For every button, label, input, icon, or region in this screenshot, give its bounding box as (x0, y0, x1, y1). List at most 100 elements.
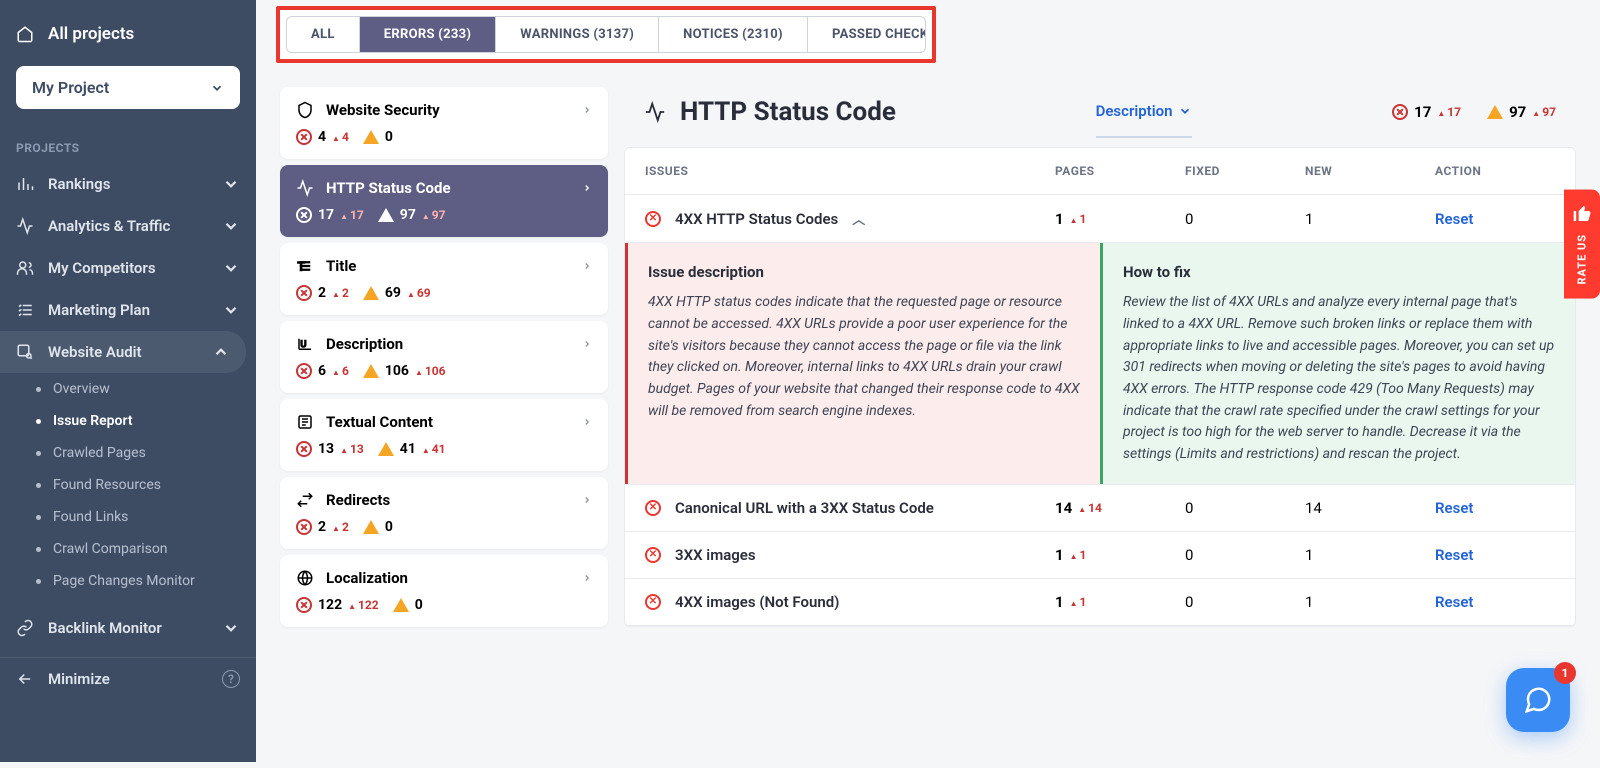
category-list: Website Security 44 0 HTTP Status Code 1… (280, 87, 608, 633)
tab-all[interactable]: ALL (287, 17, 360, 52)
issue-name: 4XX images (Not Found) (675, 593, 839, 611)
detail-title: HTTP Status Code (680, 97, 896, 127)
reset-link[interactable]: Reset (1435, 546, 1473, 564)
category-warnings: 0 (363, 519, 393, 535)
warning-icon (378, 208, 394, 222)
tab-warnings[interactable]: WARNINGS (3137) (496, 17, 659, 52)
category-icon (296, 179, 314, 197)
table-row[interactable]: ✕ 4XX images (Not Found) 11 0 1 Reset (625, 579, 1575, 626)
projects-section-label: PROJECTS (0, 125, 256, 163)
warning-icon (363, 130, 379, 144)
table-row[interactable]: ✕ 3XX images 11 0 1 Reset (625, 532, 1575, 579)
col-fixed: FIXED (1185, 164, 1305, 178)
reset-link[interactable]: Reset (1435, 210, 1473, 228)
minimize-button[interactable]: Minimize ? (0, 657, 256, 700)
error-icon (296, 597, 312, 613)
fixed-count: 0 (1185, 593, 1305, 611)
category-card[interactable]: U Description 66 106106 (280, 321, 608, 393)
category-card[interactable]: Textual Content 1313 4141 (280, 399, 608, 471)
tab-passed[interactable]: PASSED CHECKS (82) (808, 17, 926, 52)
chevron-up-icon (212, 343, 230, 361)
reset-link[interactable]: Reset (1435, 593, 1473, 611)
nav-analytics[interactable]: Analytics & Traffic (0, 205, 256, 247)
table-row[interactable]: ✕ Canonical URL with a 3XX Status Code 1… (625, 485, 1575, 532)
home-icon (16, 25, 34, 43)
table-row[interactable]: ✕ 4XX HTTP Status Codes ︿ 11 0 1 Reset (625, 195, 1575, 243)
nav-label: My Competitors (48, 259, 156, 277)
tab-errors[interactable]: ERRORS (233) (360, 17, 497, 52)
sub-issue-report[interactable]: Issue Report (0, 405, 256, 437)
col-issues: ISSUES (645, 164, 1055, 178)
issue-expanded-detail: Issue description 4XX HTTP status codes … (625, 243, 1575, 485)
chat-badge: 1 (1554, 662, 1576, 684)
sub-found-links[interactable]: Found Links (0, 501, 256, 533)
category-title: HTTP Status Code (326, 179, 451, 197)
description-dropdown[interactable]: Description (1096, 102, 1193, 138)
warning-icon (393, 598, 409, 612)
category-icon: T (296, 257, 314, 275)
category-icon (296, 101, 314, 119)
sub-overview[interactable]: Overview (0, 373, 256, 405)
chat-button[interactable]: 1 (1506, 668, 1570, 732)
sub-label: Page Changes Monitor (53, 573, 195, 589)
nav-label: Marketing Plan (48, 301, 150, 319)
category-card[interactable]: Website Security 44 0 (280, 87, 608, 159)
search-page-icon (16, 343, 34, 361)
rate-us-tab[interactable]: RATE US (1564, 190, 1600, 299)
nav-competitors[interactable]: My Competitors (0, 247, 256, 289)
all-projects-link[interactable]: All projects (16, 16, 240, 52)
category-title: Textual Content (326, 413, 433, 431)
sub-label: Overview (53, 381, 110, 397)
project-selector[interactable]: My Project (16, 66, 240, 109)
nav-marketing-plan[interactable]: Marketing Plan (0, 289, 256, 331)
bar-chart-icon (16, 175, 34, 193)
issue-description-text: 4XX HTTP status codes indicate that the … (648, 292, 1080, 422)
issues-table: ISSUES PAGES FIXED NEW ACTION ✕ 4XX HTTP… (624, 147, 1576, 627)
category-card[interactable]: HTTP Status Code 1717 9797 (280, 165, 608, 237)
category-errors: 22 (296, 519, 349, 535)
sub-label: Crawled Pages (53, 445, 146, 461)
rate-us-label: RATE US (1576, 234, 1589, 285)
issue-name: 3XX images (675, 546, 756, 564)
category-title: Website Security (326, 101, 440, 119)
sub-label: Found Resources (53, 477, 161, 493)
chevron-down-icon (222, 217, 240, 235)
fixed-count: 0 (1185, 210, 1305, 228)
minimize-label: Minimize (48, 670, 110, 688)
all-projects-label: All projects (48, 24, 134, 44)
sidebar: All projects My Project PROJECTS Ranking… (0, 0, 256, 762)
nav-backlink-monitor[interactable]: Backlink Monitor (0, 607, 256, 649)
error-icon (296, 207, 312, 223)
error-icon (1392, 104, 1408, 120)
error-icon (296, 519, 312, 535)
chevron-right-icon (582, 493, 592, 507)
sub-page-changes-monitor[interactable]: Page Changes Monitor (0, 565, 256, 597)
col-new: NEW (1305, 164, 1435, 178)
category-card[interactable]: T Title 22 6969 (280, 243, 608, 315)
sub-label: Found Links (53, 509, 128, 525)
nav-rankings[interactable]: Rankings (0, 163, 256, 205)
category-title: Localization (326, 569, 408, 587)
help-icon[interactable]: ? (222, 670, 240, 688)
fixed-count: 0 (1185, 546, 1305, 564)
category-icon (296, 569, 314, 587)
nav-label: Backlink Monitor (48, 619, 162, 637)
table-header: ISSUES PAGES FIXED NEW ACTION (625, 148, 1575, 195)
chevron-right-icon (582, 337, 592, 351)
sub-crawled-pages[interactable]: Crawled Pages (0, 437, 256, 469)
category-card[interactable]: Redirects 22 0 (280, 477, 608, 549)
category-card[interactable]: Localization 122122 0 (280, 555, 608, 627)
checklist-icon (16, 301, 34, 319)
fixed-count: 0 (1185, 499, 1305, 517)
chevron-right-icon (582, 571, 592, 585)
sub-found-resources[interactable]: Found Resources (0, 469, 256, 501)
filter-tabs: ALL ERRORS (233) WARNINGS (3137) NOTICES… (286, 16, 926, 53)
reset-link[interactable]: Reset (1435, 499, 1473, 517)
category-title: Description (326, 335, 403, 353)
err-delta: 17 (1437, 105, 1461, 119)
nav-website-audit[interactable]: Website Audit (0, 331, 246, 373)
error-icon (296, 441, 312, 457)
chat-icon (1523, 685, 1553, 715)
tab-notices[interactable]: NOTICES (2310) (659, 17, 808, 52)
sub-crawl-comparison[interactable]: Crawl Comparison (0, 533, 256, 565)
